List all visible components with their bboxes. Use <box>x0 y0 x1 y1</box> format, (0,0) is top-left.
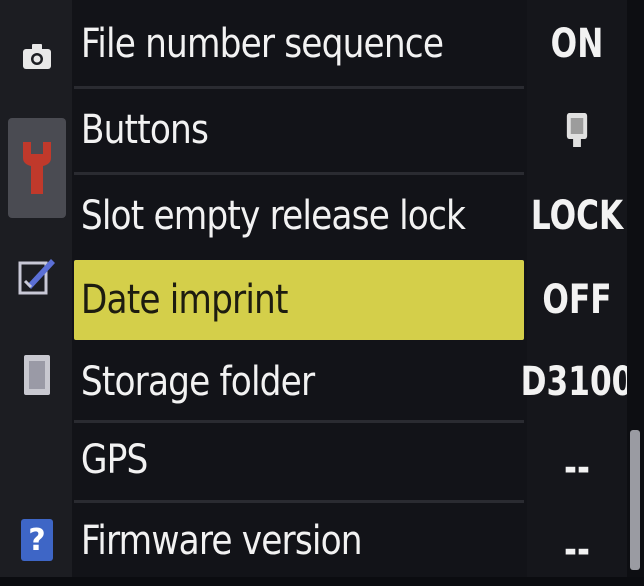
menu-value-firmware-version: -- <box>564 527 590 573</box>
menu-item-label: GPS <box>80 437 149 483</box>
scrollbar-thumb[interactable] <box>630 430 640 570</box>
menu-tab-column: ? <box>0 0 72 577</box>
menu-item-file-number-sequence[interactable]: File number sequence <box>74 8 524 80</box>
menu-value-column: ON LOCK OFF D3100 -- -- <box>520 0 634 577</box>
recent-settings-icon <box>24 355 50 395</box>
menu-item-gps[interactable]: GPS <box>74 424 524 496</box>
menu-item-buttons[interactable]: Buttons <box>74 94 524 166</box>
menu-value-file-number-sequence: ON <box>550 21 604 67</box>
menu-value-date-imprint: OFF <box>542 277 612 323</box>
menu-item-storage-folder[interactable]: Storage folder <box>74 346 524 418</box>
row-divider <box>74 172 524 175</box>
menu-value-storage-folder: D3100 <box>520 359 634 405</box>
menu-item-slot-empty-release-lock[interactable]: Slot empty release lock <box>74 180 524 252</box>
menu-item-label: File number sequence <box>80 21 444 67</box>
menu-item-date-imprint[interactable]: Date imprint <box>74 260 524 340</box>
menu-item-label: Storage folder <box>80 359 315 405</box>
help-icon: ? <box>21 519 53 561</box>
retouch-icon <box>18 259 55 295</box>
menu-item-label: Firmware version <box>80 518 363 564</box>
camera-menu-screen: ? File number sequence Buttons Slot empt… <box>0 0 644 577</box>
camera-icon <box>23 44 51 69</box>
menu-item-label: Buttons <box>80 107 209 153</box>
row-divider <box>74 420 524 423</box>
tab-shooting[interactable] <box>8 12 66 102</box>
row-divider <box>74 500 524 503</box>
menu-item-label: Slot empty release lock <box>80 193 466 239</box>
tab-recent-settings[interactable] <box>8 330 66 420</box>
tab-help[interactable]: ? <box>8 510 66 570</box>
menu-item-firmware-version[interactable]: Firmware version <box>74 505 524 577</box>
menu-item-label: Date imprint <box>80 277 289 323</box>
menu-value-slot-empty-release-lock: LOCK <box>530 193 624 239</box>
tab-retouch[interactable] <box>8 232 66 318</box>
menu-scrollbar[interactable] <box>627 0 644 577</box>
button-assign-icon <box>566 113 588 147</box>
menu-value-gps: -- <box>564 445 590 491</box>
row-divider <box>74 86 524 89</box>
menu-value-buttons <box>538 94 616 166</box>
wrench-icon <box>23 142 51 194</box>
tab-setup[interactable] <box>8 118 66 218</box>
